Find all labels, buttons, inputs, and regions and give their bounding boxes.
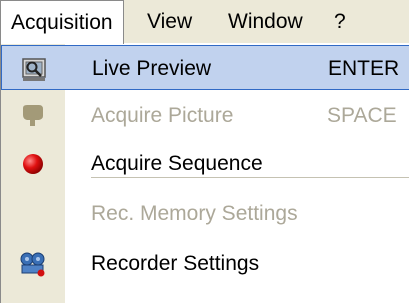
menu-item-acquire-sequence[interactable]: Acquire Sequence [1, 141, 409, 186]
acquire-picture-label: Acquire Picture [91, 104, 234, 127]
recorder-settings-label: Recorder Settings [91, 252, 260, 275]
recorder-settings-icon [19, 250, 47, 278]
acquire-sequence-label: Acquire Sequence [91, 152, 263, 175]
menu-item-live-preview[interactable]: Live Preview ENTER [1, 45, 409, 90]
live-preview-icon [20, 55, 48, 83]
rec-memory-settings-label: Rec. Memory Settings [91, 202, 298, 225]
menu-view[interactable]: View [137, 0, 202, 43]
menu-window-label: Window [228, 10, 303, 33]
menu-item-rec-memory-settings[interactable]: Rec. Memory Settings [1, 191, 409, 236]
menu-view-label: View [147, 10, 193, 33]
acquisition-dropdown-menu: Live Preview ENTER Acquire Picture SPACE [0, 43, 409, 303]
menu-acquisition-label: Acquisition [11, 11, 113, 34]
live-preview-label: Live Preview [92, 57, 212, 80]
record-icon [19, 150, 47, 178]
acquire-picture-icon [19, 102, 47, 130]
menu-help[interactable]: ? [324, 0, 356, 43]
menu-window[interactable]: Window [218, 0, 313, 43]
menu-item-acquire-picture[interactable]: Acquire Picture SPACE [1, 93, 409, 138]
menu-help-label: ? [334, 10, 346, 33]
menu-item-recorder-settings[interactable]: Recorder Settings [1, 241, 409, 286]
menu-bar: Acquisition View Window ? [0, 0, 409, 44]
menu-acquisition[interactable]: Acquisition [0, 0, 124, 44]
live-preview-shortcut: ENTER [328, 57, 400, 80]
menu-separator [91, 177, 409, 178]
acquire-picture-shortcut: SPACE [327, 104, 397, 127]
